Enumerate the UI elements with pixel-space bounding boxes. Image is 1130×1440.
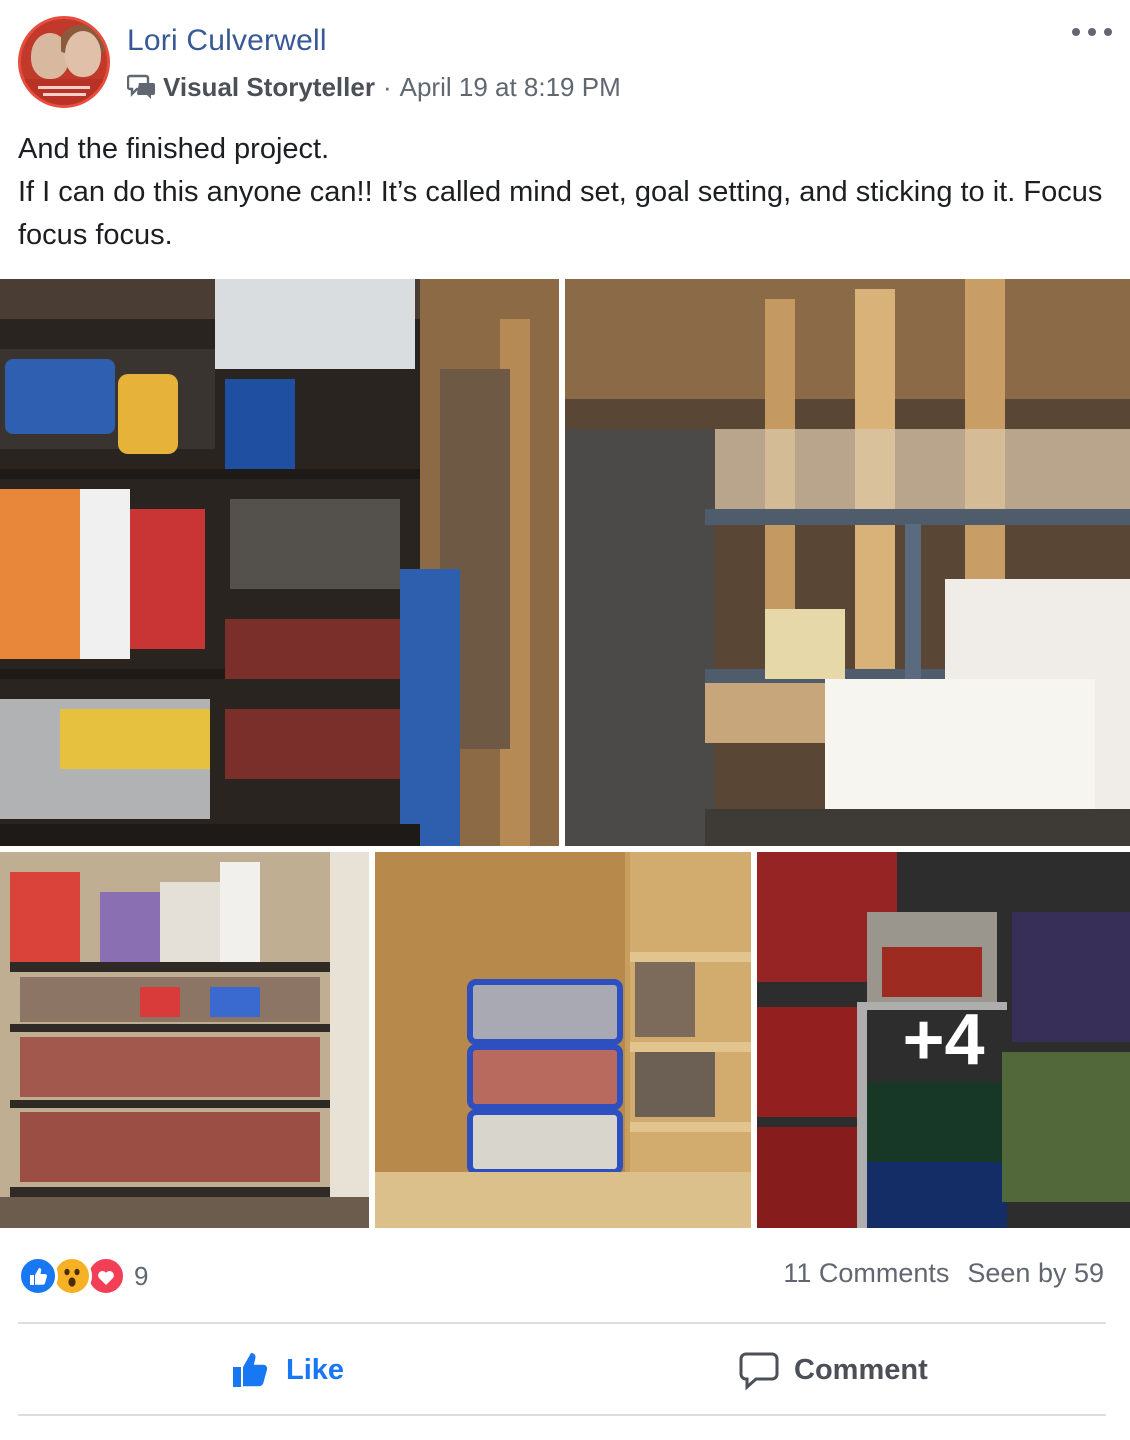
badge-label[interactable]: Visual Storyteller — [163, 72, 375, 103]
like-reaction-icon — [18, 1256, 58, 1296]
message-line: And the finished project. — [18, 133, 330, 165]
divider — [18, 1414, 1106, 1416]
post-message: And the finished project. If I can do th… — [18, 128, 1112, 257]
comment-button[interactable]: Comment — [738, 1342, 928, 1398]
like-button[interactable]: Like — [230, 1342, 344, 1398]
author-avatar[interactable] — [18, 16, 110, 108]
author-name[interactable]: Lori Culverwell — [127, 24, 327, 58]
post-photo-4[interactable] — [375, 852, 751, 1228]
visual-storyteller-badge-icon — [127, 74, 155, 99]
seen-by-count[interactable]: Seen by 59 — [967, 1258, 1104, 1289]
post-timestamp[interactable]: April 19 at 8:19 PM — [400, 72, 621, 103]
more-options-icon[interactable] — [1072, 22, 1112, 42]
pantry-shelves-image — [0, 279, 559, 846]
post-photo-1[interactable] — [0, 279, 559, 846]
post-photo-5[interactable]: +4 — [757, 852, 1130, 1228]
post-photo-2[interactable] — [565, 279, 1130, 846]
jar-shelves-image — [565, 279, 1130, 846]
love-reaction-icon — [86, 1256, 126, 1296]
comment-label: Comment — [794, 1353, 928, 1386]
reaction-summary[interactable]: 9 — [18, 1256, 148, 1296]
post-subline: Visual Storyteller · April 19 at 8:19 PM — [127, 70, 621, 104]
post-card: Lori Culverwell Visual Storyteller · Apr… — [0, 0, 1130, 1440]
reaction-count: 9 — [134, 1260, 149, 1291]
like-label: Like — [286, 1353, 345, 1386]
wood-shelves-image — [375, 852, 751, 1228]
thumbs-up-icon — [233, 1353, 268, 1387]
wow-reaction-icon — [52, 1256, 92, 1296]
snack-rack-image — [0, 852, 369, 1228]
divider — [18, 1322, 1106, 1324]
post-stats: 11 Comments Seen by 59 — [783, 1258, 1104, 1289]
post-photo-3[interactable] — [0, 852, 369, 1228]
more-photos-overlay[interactable]: +4 — [757, 852, 1130, 1228]
separator-dot: · — [382, 71, 392, 102]
message-line: If I can do this anyone can!! It’s calle… — [18, 176, 1103, 251]
comments-count-link[interactable]: 11 Comments — [783, 1258, 949, 1289]
comment-bubble-icon — [739, 1352, 779, 1391]
